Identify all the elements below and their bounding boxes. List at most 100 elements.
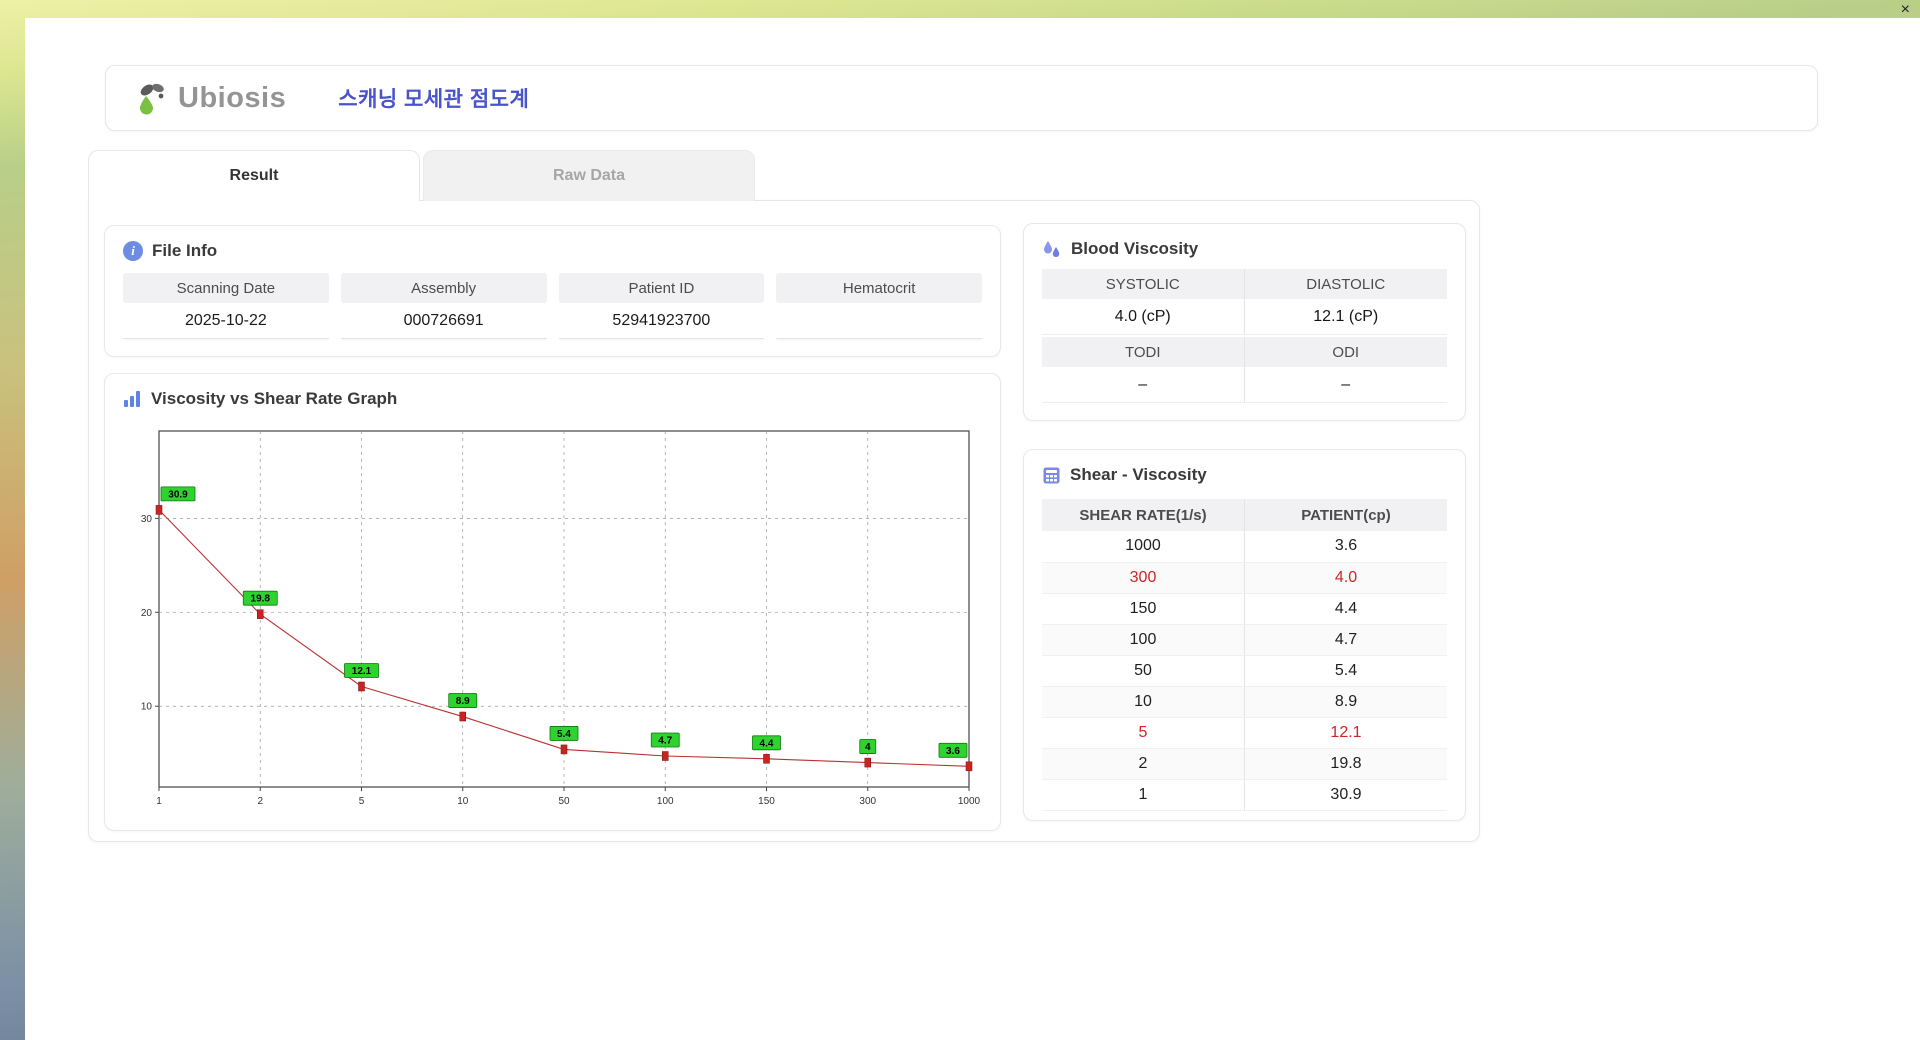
- svg-text:4: 4: [865, 742, 871, 753]
- table-row: 50 5.4: [1042, 655, 1447, 687]
- todi-value: –: [1042, 367, 1245, 403]
- blood-viscosity-title: Blood Viscosity: [1071, 239, 1199, 258]
- svg-text:300: 300: [859, 796, 876, 807]
- shear-rate-cell: 150: [1042, 593, 1245, 625]
- blood-viscosity-header: Blood Viscosity: [1024, 224, 1465, 269]
- file-info-card: i File Info Scanning Date 2025-10-22 Ass…: [104, 225, 1001, 357]
- svg-text:10: 10: [457, 796, 469, 807]
- svg-text:3.6: 3.6: [946, 746, 960, 757]
- patient-cell: 4.4: [1244, 593, 1447, 625]
- shear-viscosity-card: Shear - Viscosity SHEAR RATE(1/s) PATIEN…: [1023, 449, 1466, 821]
- leaf-icon: [140, 83, 164, 115]
- grid-calculator-icon: [1043, 467, 1060, 483]
- graph-title: Viscosity vs Shear Rate Graph: [151, 389, 398, 408]
- svg-text:19.8: 19.8: [251, 594, 271, 605]
- shear-rate-cell: 300: [1042, 562, 1245, 594]
- table-row: 150 4.4: [1042, 593, 1447, 625]
- shear-rate-cell: 100: [1042, 624, 1245, 656]
- shear-rate-cell: 5: [1042, 717, 1245, 749]
- chart-area: 1 2 5 10 50 100 150 300 1000 10 20 30 30.9 19.8 12.1 8.…: [105, 419, 1000, 824]
- info-icon: i: [123, 241, 143, 261]
- odi-value: –: [1244, 367, 1447, 403]
- odi-label: ODI: [1244, 337, 1447, 367]
- table-row: 300 4.0: [1042, 562, 1447, 594]
- svg-text:10: 10: [141, 702, 153, 713]
- table-row: 1 30.9: [1042, 779, 1447, 811]
- patient-cell: 5.4: [1244, 655, 1447, 687]
- table-row: 100 4.7: [1042, 624, 1447, 656]
- field-label: Hematocrit: [776, 273, 982, 303]
- patient-cell: 4.7: [1244, 624, 1447, 656]
- blood-viscosity-card: Blood Viscosity SYSTOLIC DIASTOLIC 4.0 (…: [1023, 223, 1466, 421]
- patient-cell: 30.9: [1244, 779, 1447, 811]
- tab-raw-data[interactable]: Raw Data: [423, 150, 755, 201]
- field-value: 000726691: [340, 303, 547, 339]
- svg-text:1000: 1000: [958, 796, 981, 807]
- svg-text:50: 50: [558, 796, 570, 807]
- water-drops-icon: [1044, 241, 1060, 257]
- svg-text:2: 2: [257, 796, 263, 807]
- field-patient-id: Patient ID 52941923700: [558, 273, 765, 339]
- patient-cell: 12.1: [1244, 717, 1447, 749]
- graph-header: Viscosity vs Shear Rate Graph: [105, 374, 1000, 419]
- patient-cell: 4.0: [1244, 562, 1447, 594]
- app-header: Ubiosis 스캐닝 모세관 점도계: [105, 65, 1818, 131]
- svg-text:4.7: 4.7: [658, 736, 672, 747]
- field-hematocrit: Hematocrit: [776, 273, 982, 339]
- ubiosis-logo: Ubiosis: [134, 80, 286, 116]
- field-value: [776, 303, 982, 339]
- column-header-patient: PATIENT(cp): [1244, 499, 1447, 531]
- svg-text:30: 30: [141, 514, 153, 525]
- field-assembly: Assembly 000726691: [340, 273, 547, 339]
- result-panel: i File Info Scanning Date 2025-10-22 Ass…: [88, 200, 1480, 842]
- shear-rate-cell: 1000: [1042, 531, 1245, 563]
- svg-text:20: 20: [141, 608, 153, 619]
- todi-label: TODI: [1042, 337, 1245, 367]
- viscosity-chart: 1 2 5 10 50 100 150 300 1000 10 20 30 30.9 19.8 12.1 8.…: [141, 430, 981, 807]
- field-label: Assembly: [340, 273, 547, 303]
- patient-cell: 19.8: [1244, 748, 1447, 780]
- shear-rate-cell: 50: [1042, 655, 1245, 687]
- diastolic-value: 12.1 (cP): [1244, 299, 1447, 335]
- table-row: 1000 3.6: [1042, 531, 1447, 563]
- svg-text:12.1: 12.1: [352, 666, 372, 677]
- table-row: 5 12.1: [1042, 717, 1447, 749]
- svg-text:1: 1: [156, 796, 162, 807]
- systolic-value: 4.0 (cP): [1042, 299, 1245, 335]
- tab-bar: Result Raw Data: [88, 150, 755, 201]
- table-row: 2 19.8: [1042, 748, 1447, 780]
- svg-text:4.4: 4.4: [760, 738, 774, 749]
- app-window: Ubiosis 스캐닝 모세관 점도계 Result Raw Data i Fi…: [25, 18, 1920, 1040]
- column-header-shear-rate: SHEAR RATE(1/s): [1042, 499, 1245, 531]
- systolic-label: SYSTOLIC: [1042, 269, 1245, 299]
- shear-rate-cell: 10: [1042, 686, 1245, 718]
- shear-rate-cell: 2: [1042, 748, 1245, 780]
- svg-text:5.4: 5.4: [557, 729, 571, 740]
- field-scanning-date: Scanning Date 2025-10-22: [123, 273, 329, 339]
- shear-viscosity-header: Shear - Viscosity: [1024, 450, 1465, 495]
- file-info-header: i File Info: [105, 226, 1000, 271]
- shear-table-body: 1000 3.6 300 4.0 150 4.4 100 4.7 50 5.4 10 8.9 5 12.1…: [1042, 531, 1447, 811]
- shear-viscosity-title: Shear - Viscosity: [1070, 465, 1207, 484]
- patient-cell: 8.9: [1244, 686, 1447, 718]
- diastolic-label: DIASTOLIC: [1244, 269, 1447, 299]
- table-row: 10 8.9: [1042, 686, 1447, 718]
- close-icon[interactable]: ×: [1901, 2, 1910, 18]
- svg-text:150: 150: [758, 796, 775, 807]
- svg-text:30.9: 30.9: [168, 489, 188, 500]
- file-info-title: File Info: [152, 241, 218, 260]
- file-info-fields: Scanning Date 2025-10-22 Assembly 000726…: [105, 271, 1000, 339]
- shear-rate-cell: 1: [1042, 779, 1245, 811]
- logo-text: Ubiosis: [178, 81, 287, 114]
- tab-result[interactable]: Result: [88, 150, 420, 201]
- field-value: 52941923700: [558, 303, 765, 339]
- graph-card: Viscosity vs Shear Rate Graph 1 2 5 10 50 100…: [104, 373, 1001, 831]
- field-label: Patient ID: [558, 273, 765, 303]
- svg-text:100: 100: [657, 796, 674, 807]
- field-value: 2025-10-22: [123, 303, 329, 339]
- blood-viscosity-grid: SYSTOLIC DIASTOLIC 4.0 (cP) 12.1 (cP) TO…: [1024, 269, 1465, 403]
- patient-cell: 3.6: [1244, 531, 1447, 563]
- svg-text:8.9: 8.9: [456, 696, 470, 707]
- bar-chart-icon: [124, 391, 140, 407]
- svg-text:5: 5: [359, 796, 365, 807]
